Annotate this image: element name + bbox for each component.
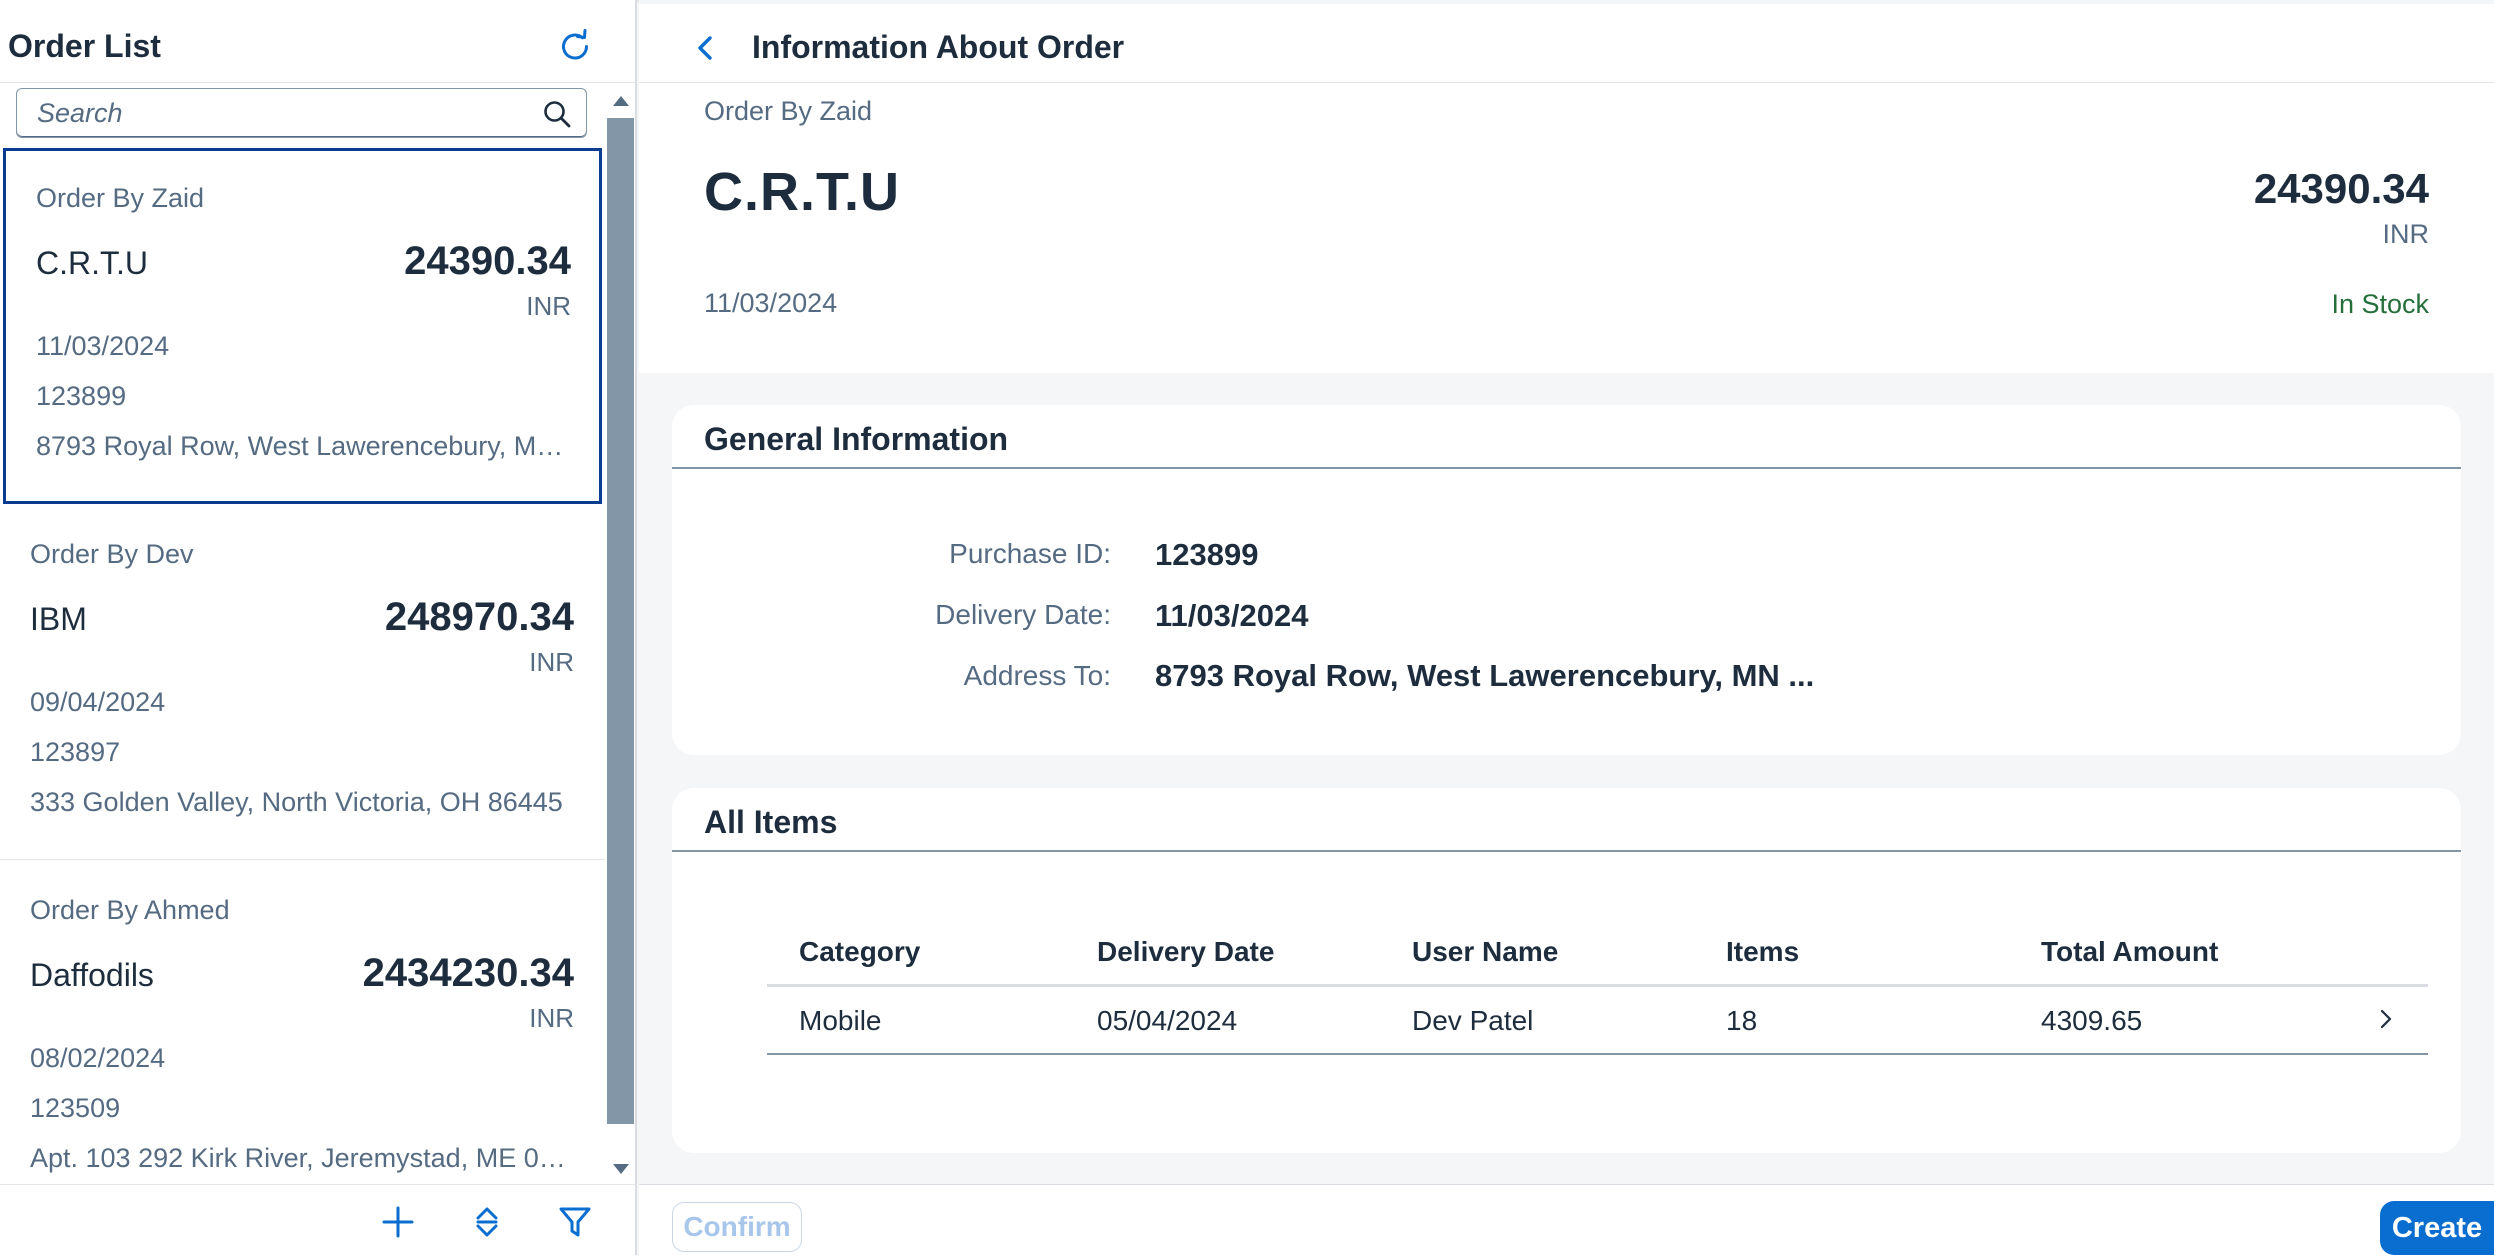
order-date: 11/03/2024 xyxy=(36,331,170,361)
table-row[interactable]: Mobile 05/04/2024 Dev Patel 18 4309.65 xyxy=(767,987,2428,1055)
scroll-down-arrow-icon[interactable] xyxy=(613,1164,629,1174)
order-purchase-id: 123899 xyxy=(36,381,127,411)
sort-icon[interactable] xyxy=(468,1203,506,1241)
master-pane: Order List Order By Zaid C.R.T.U 24390.3… xyxy=(0,0,637,1256)
cell-items: 18 xyxy=(1726,1005,1758,1036)
column-header-delivery-date[interactable]: Delivery Date xyxy=(1097,936,1274,968)
form-row-purchase-id: Purchase ID: 123899 xyxy=(672,535,2461,585)
master-footer-toolbar xyxy=(0,1184,635,1256)
create-button[interactable]: Create xyxy=(2380,1201,2494,1255)
search-input[interactable] xyxy=(17,89,539,137)
panel-divider xyxy=(672,467,2461,469)
order-list: Order By Zaid C.R.T.U 24390.34 INR 11/03… xyxy=(0,148,605,1184)
object-intro: Order By Zaid xyxy=(704,96,873,126)
add-icon[interactable] xyxy=(379,1203,417,1241)
order-amount: 248970.34 xyxy=(384,595,574,639)
general-information-panel: General Information Purchase ID: 123899 … xyxy=(672,405,2461,755)
chevron-right-icon[interactable] xyxy=(2379,1007,2393,1031)
detail-pane: Information About Order Order By Zaid C.… xyxy=(639,0,2494,1256)
scroll-up-arrow-icon[interactable] xyxy=(613,96,629,106)
status-text: In Stock xyxy=(2331,289,2429,319)
search-icon[interactable] xyxy=(542,99,572,129)
cell-delivery-date: 05/04/2024 xyxy=(1097,1005,1238,1036)
cell-category: Mobile xyxy=(799,1005,882,1036)
order-list-item[interactable]: Order By Ahmed Daffodils 2434230.34 INR … xyxy=(0,860,605,1184)
order-title: Daffodils xyxy=(30,957,154,993)
order-title: C.R.T.U xyxy=(36,245,148,281)
detail-title: Information About Order xyxy=(752,29,1125,65)
order-intro: Order By Dev xyxy=(30,539,194,569)
panel-title: General Information xyxy=(704,421,1009,457)
order-intro: Order By Ahmed xyxy=(30,895,230,925)
form-row-delivery-date: Delivery Date: 11/03/2024 xyxy=(672,596,2461,646)
object-header: Order By Zaid C.R.T.U 24390.34 INR 11/03… xyxy=(639,83,2494,373)
order-list-item[interactable]: Order By Dev IBM 248970.34 INR 09/04/202… xyxy=(0,504,605,860)
order-date: 09/04/2024 xyxy=(30,687,166,717)
all-items-panel: All Items Category Delivery Date User Na… xyxy=(672,788,2461,1153)
order-address: Apt. 103 292 Kirk River, Jeremystad, ME … xyxy=(30,1143,575,1173)
cell-total-amount: 4309.65 xyxy=(2041,1005,2143,1036)
order-purchase-id: 123897 xyxy=(30,737,121,767)
order-title: IBM xyxy=(30,601,87,637)
search-field xyxy=(16,88,587,138)
object-amount: 24390.34 xyxy=(2253,165,2429,212)
field-value: 8793 Royal Row, West Lawerencebury, MN .… xyxy=(1155,658,1815,693)
order-currency: INR xyxy=(529,647,574,677)
column-header-items[interactable]: Items xyxy=(1726,936,1799,968)
object-date: 11/03/2024 xyxy=(704,288,838,318)
order-currency: INR xyxy=(529,1003,574,1033)
field-label: Purchase ID: xyxy=(949,538,1111,569)
order-date: 08/02/2024 xyxy=(30,1043,166,1073)
order-purchase-id: 123509 xyxy=(30,1093,121,1123)
order-address: 8793 Royal Row, West Lawerencebury, MN 0… xyxy=(36,431,581,461)
detail-header: Information About Order xyxy=(639,4,2494,83)
form-row-address: Address To: 8793 Royal Row, West Laweren… xyxy=(672,657,2461,707)
order-list-item[interactable]: Order By Zaid C.R.T.U 24390.34 INR 11/03… xyxy=(3,148,602,504)
order-currency: INR xyxy=(526,291,571,321)
column-header-category[interactable]: Category xyxy=(799,936,920,968)
field-value: 123899 xyxy=(1155,537,1259,572)
field-label: Address To: xyxy=(963,660,1111,691)
order-amount: 2434230.34 xyxy=(362,951,574,995)
filter-icon[interactable] xyxy=(556,1203,594,1241)
field-label: Delivery Date: xyxy=(935,599,1111,630)
cell-user-name: Dev Patel xyxy=(1412,1005,1534,1036)
panel-title: All Items xyxy=(704,804,838,840)
scrollbar-thumb[interactable] xyxy=(607,118,634,1124)
order-intro: Order By Zaid xyxy=(36,183,205,213)
field-value: 11/03/2024 xyxy=(1155,598,1309,633)
detail-footer-toolbar: Confirm Create xyxy=(639,1184,2494,1256)
confirm-button[interactable]: Confirm xyxy=(672,1202,802,1252)
back-icon[interactable] xyxy=(691,30,721,66)
order-address: 333 Golden Valley, North Victoria, OH 86… xyxy=(30,787,563,817)
column-header-total-amount[interactable]: Total Amount xyxy=(2041,936,2218,968)
refresh-icon[interactable] xyxy=(555,26,595,66)
object-currency: INR xyxy=(2382,219,2430,249)
master-header: Order List xyxy=(0,4,635,83)
column-header-user-name[interactable]: User Name xyxy=(1412,936,1558,968)
object-title: C.R.T.U xyxy=(704,162,900,222)
master-title: Order List xyxy=(8,28,161,64)
order-amount: 24390.34 xyxy=(404,239,571,283)
panel-divider xyxy=(672,850,2461,852)
